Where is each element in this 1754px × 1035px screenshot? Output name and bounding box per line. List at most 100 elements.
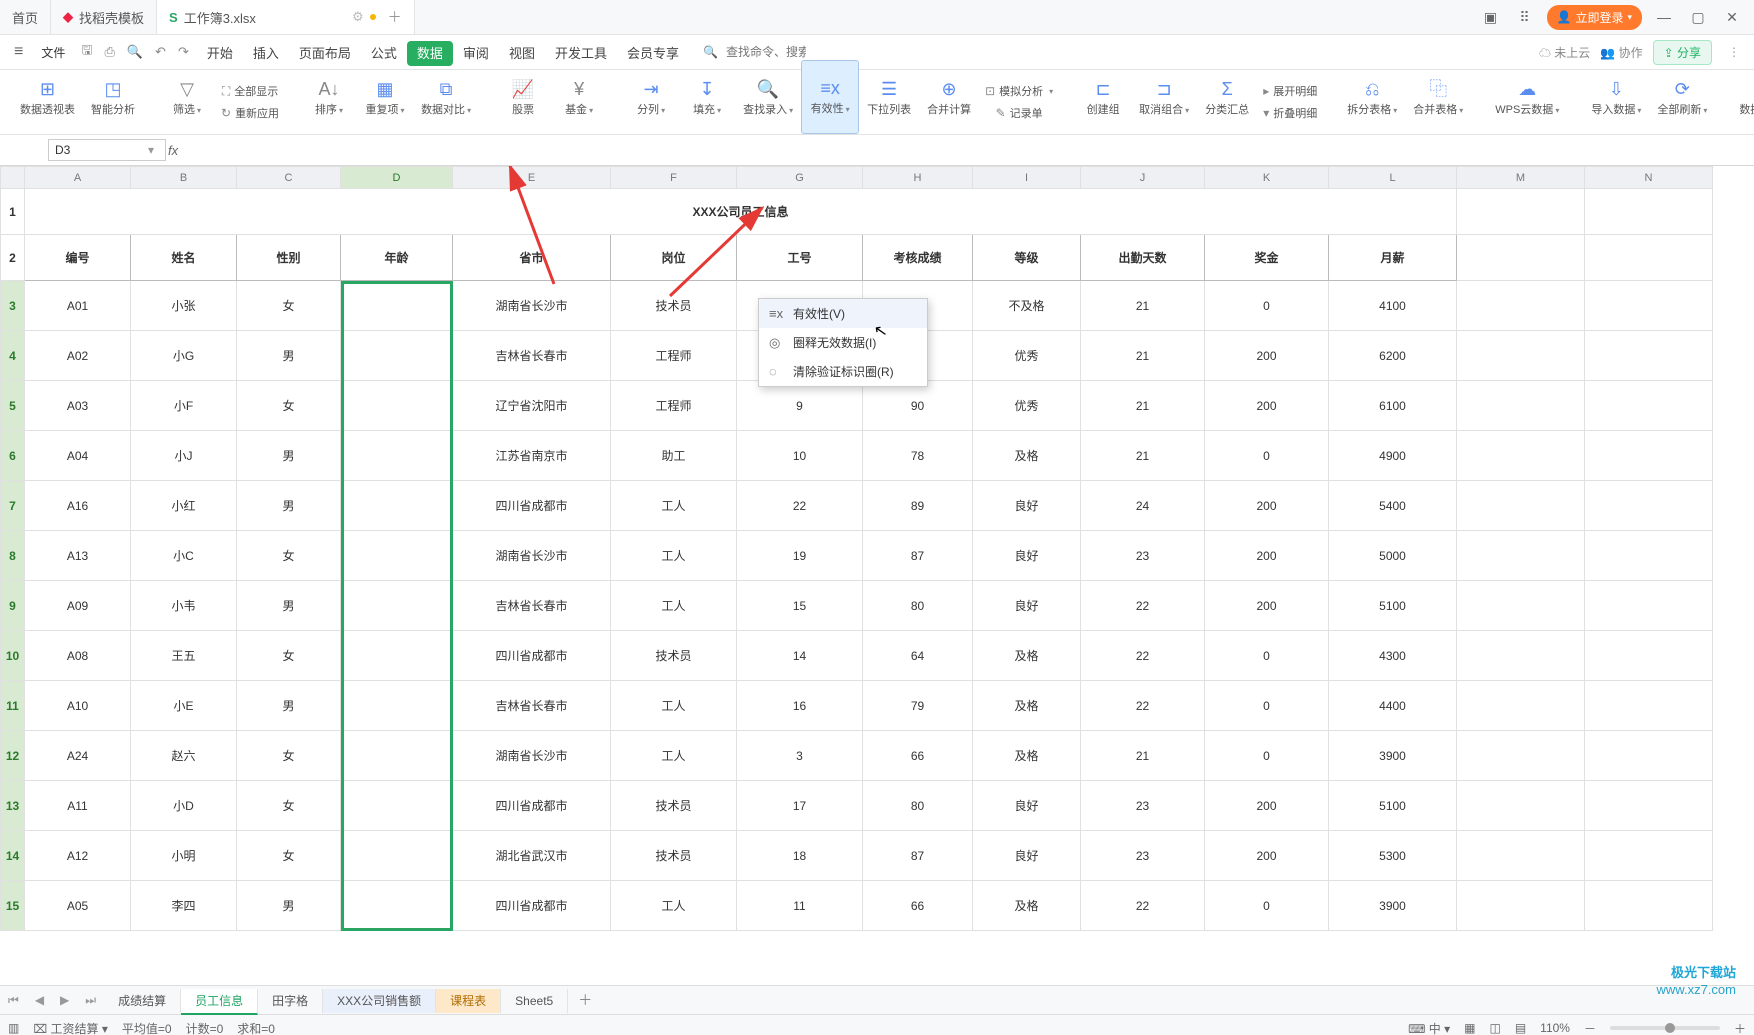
cell-E13[interactable]: 四川省成都市 xyxy=(453,781,611,831)
cell-B13[interactable]: 小D xyxy=(131,781,237,831)
cell-L9[interactable]: 5100 xyxy=(1329,581,1457,631)
cell-D14[interactable] xyxy=(341,831,453,881)
header-cell[interactable]: 岗位 xyxy=(611,235,737,281)
rb-refresh[interactable]: ⟳全部刷新▾ xyxy=(1649,62,1715,134)
cell-K8[interactable]: 200 xyxy=(1205,531,1329,581)
sheet-tab-3[interactable]: XXX公司销售额 xyxy=(323,989,436,1013)
header-cell[interactable]: 省市 xyxy=(453,235,611,281)
cell-J13[interactable]: 23 xyxy=(1081,781,1205,831)
tab-home[interactable]: 首页 xyxy=(0,0,51,34)
cell-D6[interactable] xyxy=(341,431,453,481)
row-header-13[interactable]: 13 xyxy=(1,781,25,831)
cell-I6[interactable]: 及格 xyxy=(973,431,1081,481)
cell-A15[interactable]: A05 xyxy=(25,881,131,931)
cell-H13[interactable]: 80 xyxy=(863,781,973,831)
rb-compare[interactable]: ⧉数据对比▾ xyxy=(413,62,479,134)
ime-indicator[interactable]: ⌨ 中 ▾ xyxy=(1408,1020,1450,1035)
zoom-value[interactable]: 110% xyxy=(1540,1021,1570,1035)
rb-reapply[interactable]: ↻重新应用 xyxy=(215,103,285,123)
cell-K15[interactable]: 0 xyxy=(1205,881,1329,931)
rb-fund[interactable]: ¥基金▾ xyxy=(551,62,607,134)
cell-J5[interactable]: 21 xyxy=(1081,381,1205,431)
cell-F8[interactable]: 工人 xyxy=(611,531,737,581)
cell-L7[interactable]: 5400 xyxy=(1329,481,1457,531)
col-header-A[interactable]: A xyxy=(25,167,131,189)
header-cell[interactable]: 年龄 xyxy=(341,235,453,281)
cell-E11[interactable]: 吉林省长春市 xyxy=(453,681,611,731)
row-header-9[interactable]: 9 xyxy=(1,581,25,631)
zoom-in-icon[interactable]: ＋ xyxy=(1734,1020,1746,1035)
menu-clear-circles[interactable]: ◌ 清除验证标识圈(R) xyxy=(759,357,927,386)
window-restore-icon[interactable]: ▢ xyxy=(1686,9,1710,26)
cell-H6[interactable]: 78 xyxy=(863,431,973,481)
cell-I15[interactable]: 及格 xyxy=(973,881,1081,931)
cell-K7[interactable]: 200 xyxy=(1205,481,1329,531)
cell-I11[interactable]: 及格 xyxy=(973,681,1081,731)
cell-E8[interactable]: 湖南省长沙市 xyxy=(453,531,611,581)
cell-J11[interactable]: 22 xyxy=(1081,681,1205,731)
menu-插入[interactable]: 插入 xyxy=(243,41,289,66)
cell-B12[interactable]: 赵六 xyxy=(131,731,237,781)
cell-A13[interactable]: A11 xyxy=(25,781,131,831)
preview-icon[interactable]: 🔍 xyxy=(123,44,147,60)
tab-template[interactable]: ◆ 找稻壳模板 xyxy=(51,0,157,34)
cell-L6[interactable]: 4900 xyxy=(1329,431,1457,481)
cell-A5[interactable]: A03 xyxy=(25,381,131,431)
col-header-G[interactable]: G xyxy=(737,167,863,189)
cell-J3[interactable]: 21 xyxy=(1081,281,1205,331)
sheet-tab-4[interactable]: 课程表 xyxy=(436,989,501,1013)
sheet-nav-first-icon[interactable]: ⏮ xyxy=(0,993,27,1008)
cell-J10[interactable]: 22 xyxy=(1081,631,1205,681)
cell-I7[interactable]: 良好 xyxy=(973,481,1081,531)
cell-F3[interactable]: 技术员 xyxy=(611,281,737,331)
cell-A4[interactable]: A02 xyxy=(25,331,131,381)
col-header-H[interactable]: H xyxy=(863,167,973,189)
cell-H10[interactable]: 64 xyxy=(863,631,973,681)
view-pagelayout-icon[interactable]: ▤ xyxy=(1515,1021,1526,1035)
cell-B9[interactable]: 小韦 xyxy=(131,581,237,631)
header-cell[interactable]: 姓名 xyxy=(131,235,237,281)
cell-H11[interactable]: 79 xyxy=(863,681,973,731)
hamburger-icon[interactable]: ≡ xyxy=(8,43,29,61)
cell-E10[interactable]: 四川省成都市 xyxy=(453,631,611,681)
cell-K9[interactable]: 200 xyxy=(1205,581,1329,631)
cell-B10[interactable]: 王五 xyxy=(131,631,237,681)
cell-J14[interactable]: 23 xyxy=(1081,831,1205,881)
cell-K10[interactable]: 0 xyxy=(1205,631,1329,681)
sheet-nav-next-icon[interactable]: ▶ xyxy=(52,993,77,1007)
col-header-C[interactable]: C xyxy=(237,167,341,189)
sheet-tab-0[interactable]: 成绩结算 xyxy=(104,989,181,1013)
cell-I13[interactable]: 良好 xyxy=(973,781,1081,831)
cell-C10[interactable]: 女 xyxy=(237,631,341,681)
row-header-12[interactable]: 12 xyxy=(1,731,25,781)
menubar-more-icon[interactable]: ⋮ xyxy=(1722,45,1746,59)
cell-G14[interactable]: 18 xyxy=(737,831,863,881)
tab-settings-icon[interactable]: ⚙ xyxy=(352,9,364,25)
cell-F12[interactable]: 工人 xyxy=(611,731,737,781)
col-header-D[interactable]: D xyxy=(341,167,453,189)
header-cell[interactable]: 工号 xyxy=(737,235,863,281)
cell-H9[interactable]: 80 xyxy=(863,581,973,631)
cell-J7[interactable]: 24 xyxy=(1081,481,1205,531)
header-cell[interactable]: 等级 xyxy=(973,235,1081,281)
zoom-out-icon[interactable]: － xyxy=(1584,1020,1596,1035)
rb-split[interactable]: ⇥分列▾ xyxy=(623,62,679,134)
cell-E7[interactable]: 四川省成都市 xyxy=(453,481,611,531)
status-calc[interactable]: ⌧ 工资结算 ▾ xyxy=(33,1020,108,1035)
cell-B6[interactable]: 小J xyxy=(131,431,237,481)
cell-H5[interactable]: 90 xyxy=(863,381,973,431)
cell-A10[interactable]: A08 xyxy=(25,631,131,681)
cell-G9[interactable]: 15 xyxy=(737,581,863,631)
cell-C13[interactable]: 女 xyxy=(237,781,341,831)
cell-D8[interactable] xyxy=(341,531,453,581)
cell-B5[interactable]: 小F xyxy=(131,381,237,431)
cell-K14[interactable]: 200 xyxy=(1205,831,1329,881)
header-cell[interactable]: 考核成绩 xyxy=(863,235,973,281)
cell-H15[interactable]: 66 xyxy=(863,881,973,931)
cell-J8[interactable]: 23 xyxy=(1081,531,1205,581)
cell-A3[interactable]: A01 xyxy=(25,281,131,331)
header-cell[interactable]: 出勤天数 xyxy=(1081,235,1205,281)
rb-mergetbl[interactable]: ⿻合并表格▾ xyxy=(1405,62,1471,134)
rb-fill[interactable]: ↧填充▾ xyxy=(679,62,735,134)
cell-D9[interactable] xyxy=(341,581,453,631)
